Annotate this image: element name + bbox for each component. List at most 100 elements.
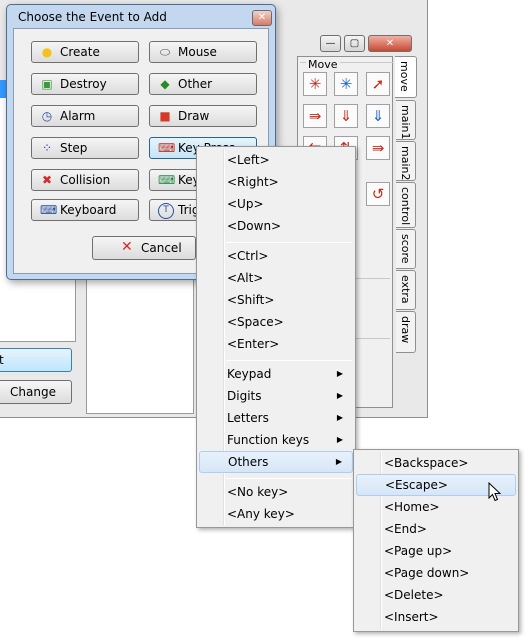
- menu-item-keypad[interactable]: Keypad ▶: [199, 363, 353, 385]
- menu-item-end[interactable]: <End>: [356, 518, 516, 540]
- event-other-button[interactable]: ◆ Other: [149, 73, 257, 95]
- menu-item-label: <Home>: [384, 500, 440, 514]
- menu-item-label: <Ctrl>: [227, 249, 269, 263]
- event-label: Step: [60, 141, 88, 155]
- menu-item-label: <Down>: [227, 219, 282, 233]
- menu-item-down[interactable]: <Down>: [199, 215, 353, 237]
- keyboard-icon: ⌨: [40, 203, 58, 217]
- event-collision-button[interactable]: ✖ Collision: [31, 169, 139, 191]
- menu-item-page-up[interactable]: <Page up>: [356, 540, 516, 562]
- actions-list[interactable]: [86, 264, 194, 414]
- event-draw-button[interactable]: ■ Draw: [149, 105, 257, 127]
- menu-separator: [226, 478, 352, 479]
- menu-item-shift[interactable]: <Shift>: [199, 289, 353, 311]
- menu-item-delete[interactable]: <Delete>: [356, 584, 516, 606]
- menu-item-label: <Any key>: [227, 507, 295, 521]
- menu-item-ctrl[interactable]: <Ctrl>: [199, 245, 353, 267]
- destroy-icon: ▣: [41, 77, 53, 91]
- key-press-icon: ⌨: [158, 141, 176, 155]
- tab-label: main1: [399, 105, 412, 140]
- menu-item-label: <Alt>: [227, 271, 264, 285]
- tab-label: score: [399, 234, 412, 264]
- submenu-arrow-icon: ▶: [336, 391, 343, 400]
- event-label: Destroy: [60, 77, 107, 91]
- speed-horizontal-icon[interactable]: ⇛: [303, 104, 327, 128]
- move-group-label: Move: [306, 58, 340, 71]
- menu-item-up[interactable]: <Up>: [199, 193, 353, 215]
- gravity-icon[interactable]: ⇓: [366, 104, 390, 128]
- tab-label: control: [399, 187, 412, 226]
- menu-item-no-key[interactable]: <No key>: [199, 481, 353, 503]
- submenu-arrow-icon: ▶: [336, 435, 343, 444]
- lightbulb-icon: ●: [41, 45, 53, 59]
- tab-draw[interactable]: draw: [396, 311, 416, 353]
- menu-item-label: <Shift>: [227, 293, 275, 307]
- add-event-label: t: [0, 353, 4, 367]
- tab-control[interactable]: control: [396, 182, 416, 228]
- menu-item-label: <Delete>: [384, 588, 444, 602]
- event-label: Other: [178, 77, 213, 91]
- friction-icon[interactable]: ⇛: [366, 136, 390, 160]
- footsteps-icon: ⁘: [41, 141, 53, 155]
- minimize-button[interactable]: —: [320, 35, 341, 52]
- menu-item-others[interactable]: Others ▶: [199, 451, 353, 473]
- menu-item-label: <Up>: [227, 197, 264, 211]
- tab-label: move: [398, 61, 411, 92]
- maximize-button[interactable]: ▢: [344, 35, 365, 52]
- menu-item-insert[interactable]: <Insert>: [356, 606, 516, 628]
- move-fixed-icon[interactable]: ✳: [303, 72, 327, 96]
- menu-item-enter[interactable]: <Enter>: [199, 333, 353, 355]
- move-free-icon[interactable]: ✳: [334, 72, 358, 96]
- move-towards-icon[interactable]: ➚: [366, 72, 390, 96]
- event-mouse-button[interactable]: ⬭ Mouse: [149, 41, 257, 63]
- add-event-button[interactable]: t: [0, 348, 72, 372]
- menu-item-left[interactable]: <Left>: [199, 149, 353, 171]
- key-release-icon: ⌨: [158, 173, 176, 187]
- tab-extra[interactable]: extra: [396, 270, 416, 310]
- mouse-cursor-icon: [488, 482, 502, 502]
- cancel-x-icon: ✕: [121, 239, 133, 255]
- cancel-button[interactable]: ✕ Cancel: [92, 236, 196, 260]
- submenu-arrow-icon: ▶: [335, 457, 342, 466]
- event-step-button[interactable]: ⁘ Step: [31, 137, 139, 159]
- event-label: Keyboard: [60, 203, 117, 217]
- bounce-icon[interactable]: ↺: [366, 182, 390, 206]
- menu-item-digits[interactable]: Digits ▶: [199, 385, 353, 407]
- menu-item-label: <Insert>: [384, 610, 439, 624]
- menu-item-label: <Page down>: [384, 566, 470, 580]
- menu-item-label: <Left>: [227, 153, 270, 167]
- menu-item-any-key[interactable]: <Any key>: [199, 503, 353, 525]
- tab-move[interactable]: move: [395, 56, 417, 98]
- menu-item-letters[interactable]: Letters ▶: [199, 407, 353, 429]
- menu-item-label: <Space>: [227, 315, 284, 329]
- menu-item-right[interactable]: <Right>: [199, 171, 353, 193]
- tab-label: extra: [399, 275, 412, 304]
- window-close-button[interactable]: ✕: [368, 35, 412, 52]
- dialog-close-button[interactable]: ✕: [252, 10, 272, 26]
- menu-item-space[interactable]: <Space>: [199, 311, 353, 333]
- event-label: Draw: [178, 109, 210, 123]
- cancel-label: Cancel: [141, 241, 182, 255]
- event-create-button[interactable]: ● Create: [31, 41, 139, 63]
- event-keyboard-button[interactable]: ⌨ Keyboard: [31, 199, 139, 221]
- submenu-arrow-icon: ▶: [336, 369, 343, 378]
- tab-main2[interactable]: main2: [396, 141, 416, 181]
- menu-item-backspace[interactable]: <Backspace>: [356, 452, 516, 474]
- menu-item-label: Function keys: [227, 433, 310, 447]
- menu-item-alt[interactable]: <Alt>: [199, 267, 353, 289]
- dialog-title: Choose the Event to Add: [18, 10, 167, 24]
- event-destroy-button[interactable]: ▣ Destroy: [31, 73, 139, 95]
- trigger-icon: T: [158, 203, 174, 219]
- tab-label: draw: [399, 316, 412, 344]
- event-alarm-button[interactable]: ◷ Alarm: [31, 105, 139, 127]
- menu-item-label: <Escape>: [385, 478, 448, 492]
- menu-item-page-down[interactable]: <Page down>: [356, 562, 516, 584]
- menu-item-function-keys[interactable]: Function keys ▶: [199, 429, 353, 451]
- speed-vertical-icon[interactable]: ⇓: [334, 104, 358, 128]
- tab-score[interactable]: score: [396, 229, 416, 269]
- change-button[interactable]: Change: [0, 380, 72, 404]
- submenu-arrow-icon: ▶: [336, 413, 343, 422]
- event-label: Collision: [60, 173, 111, 187]
- tab-main1[interactable]: main1: [396, 100, 416, 140]
- menu-item-label: Keypad: [227, 367, 272, 381]
